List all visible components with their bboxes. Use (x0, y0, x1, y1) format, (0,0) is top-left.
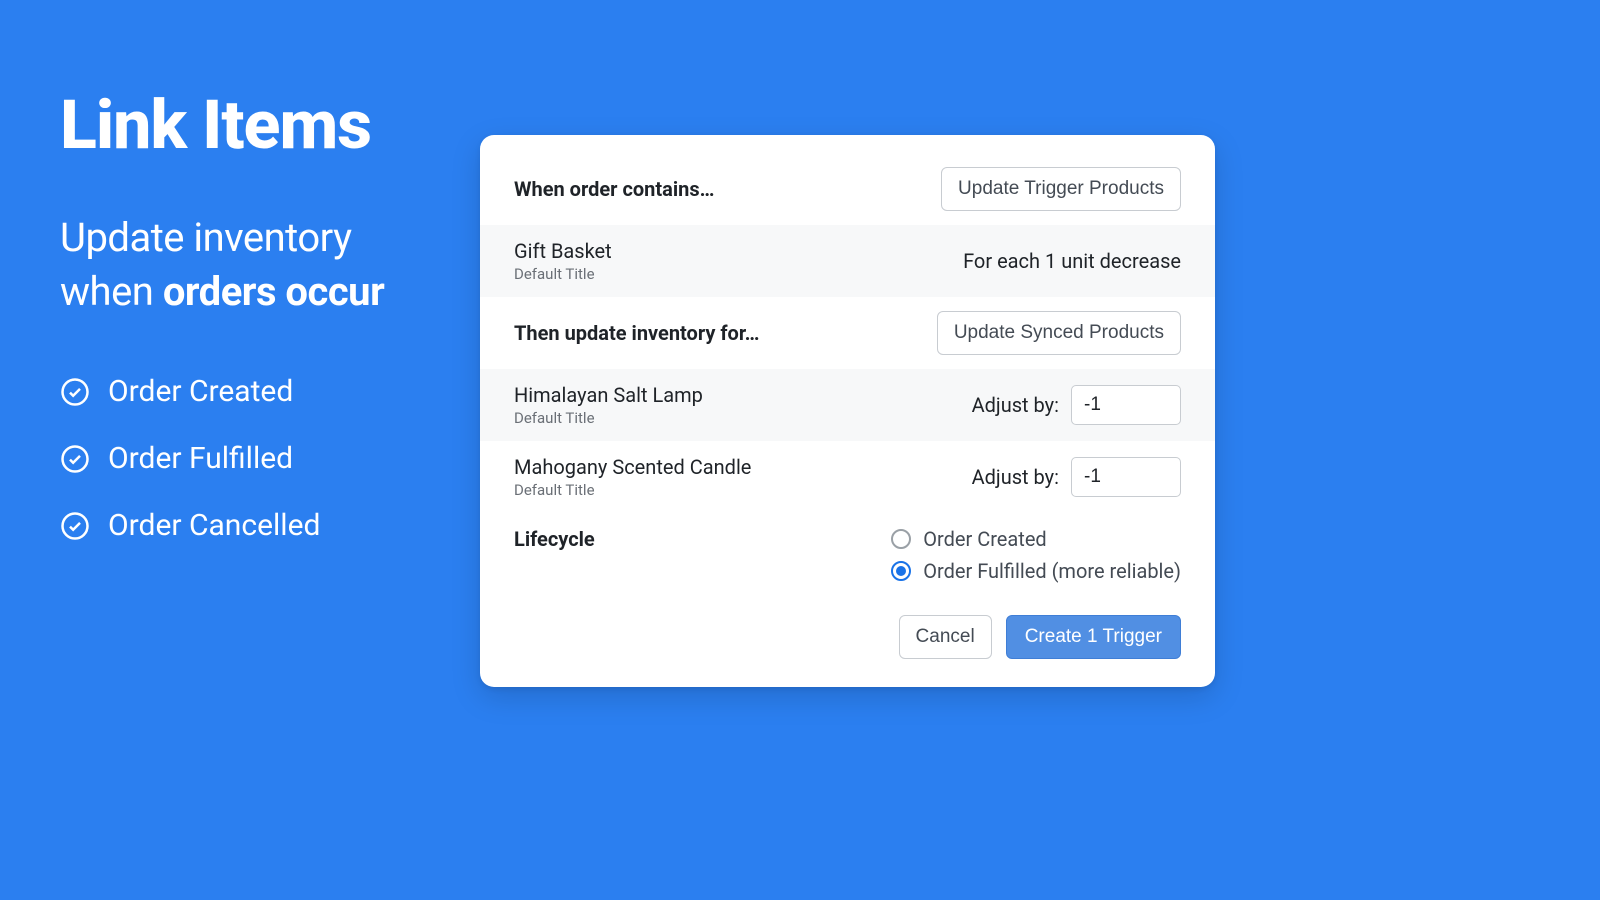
trigger-config-card: When order contains… Update Trigger Prod… (480, 135, 1215, 687)
adjust-by-label: Adjust by: (972, 465, 1059, 489)
product-variant: Default Title (514, 481, 751, 499)
trigger-rule-text: For each 1 unit decrease (963, 249, 1181, 273)
product-variant: Default Title (514, 409, 703, 427)
lifecycle-row: Lifecycle Order Created Order Fulfilled … (480, 513, 1215, 591)
marketing-sidebar: Link Items Update inventory when orders … (0, 0, 480, 575)
radio-icon (891, 529, 911, 549)
when-label: When order contains… (514, 177, 714, 201)
lifecycle-label: Lifecycle (514, 527, 595, 551)
check-circle-icon (60, 511, 90, 541)
checklist-label: Order Created (108, 374, 293, 409)
lifecycle-option-order-fulfilled[interactable]: Order Fulfilled (more reliable) (891, 559, 1181, 583)
check-circle-icon (60, 444, 90, 474)
then-label: Then update inventory for… (514, 321, 759, 345)
checklist-item: Order Cancelled (60, 508, 440, 543)
config-panel-wrap: When order contains… Update Trigger Prod… (480, 0, 1600, 687)
checklist-label: Order Cancelled (108, 508, 320, 543)
lifecycle-radio-group: Order Created Order Fulfilled (more reli… (891, 527, 1181, 583)
checklist-item: Order Created (60, 374, 440, 409)
radio-icon (891, 561, 911, 581)
feature-checklist: Order Created Order Fulfilled Order Canc… (60, 374, 440, 543)
form-actions: Cancel Create 1 Trigger (480, 591, 1215, 659)
radio-label: Order Fulfilled (more reliable) (923, 559, 1181, 583)
then-header-row: Then update inventory for… Update Synced… (480, 297, 1215, 369)
checklist-item: Order Fulfilled (60, 441, 440, 476)
update-trigger-products-button[interactable]: Update Trigger Products (941, 167, 1181, 211)
adjust-by-input[interactable] (1071, 457, 1181, 497)
when-header-row: When order contains… Update Trigger Prod… (480, 153, 1215, 225)
product-title: Himalayan Salt Lamp (514, 383, 703, 407)
check-circle-icon (60, 377, 90, 407)
create-trigger-button[interactable]: Create 1 Trigger (1006, 615, 1181, 659)
adjust-by-input[interactable] (1071, 385, 1181, 425)
subtitle-emphasis: orders occur (163, 268, 384, 315)
page-subtitle: Update inventory when orders occur (60, 211, 440, 319)
cancel-button[interactable]: Cancel (899, 615, 992, 659)
synced-product-row: Mahogany Scented Candle Default Title Ad… (480, 441, 1215, 513)
page-title: Link Items (60, 90, 440, 161)
synced-product-row: Himalayan Salt Lamp Default Title Adjust… (480, 369, 1215, 441)
product-title: Gift Basket (514, 239, 612, 263)
radio-label: Order Created (923, 527, 1047, 551)
lifecycle-option-order-created[interactable]: Order Created (891, 527, 1181, 551)
product-title: Mahogany Scented Candle (514, 455, 751, 479)
checklist-label: Order Fulfilled (108, 441, 293, 476)
update-synced-products-button[interactable]: Update Synced Products (937, 311, 1181, 355)
trigger-product-row: Gift Basket Default Title For each 1 uni… (480, 225, 1215, 297)
product-variant: Default Title (514, 265, 612, 283)
adjust-by-label: Adjust by: (972, 393, 1059, 417)
